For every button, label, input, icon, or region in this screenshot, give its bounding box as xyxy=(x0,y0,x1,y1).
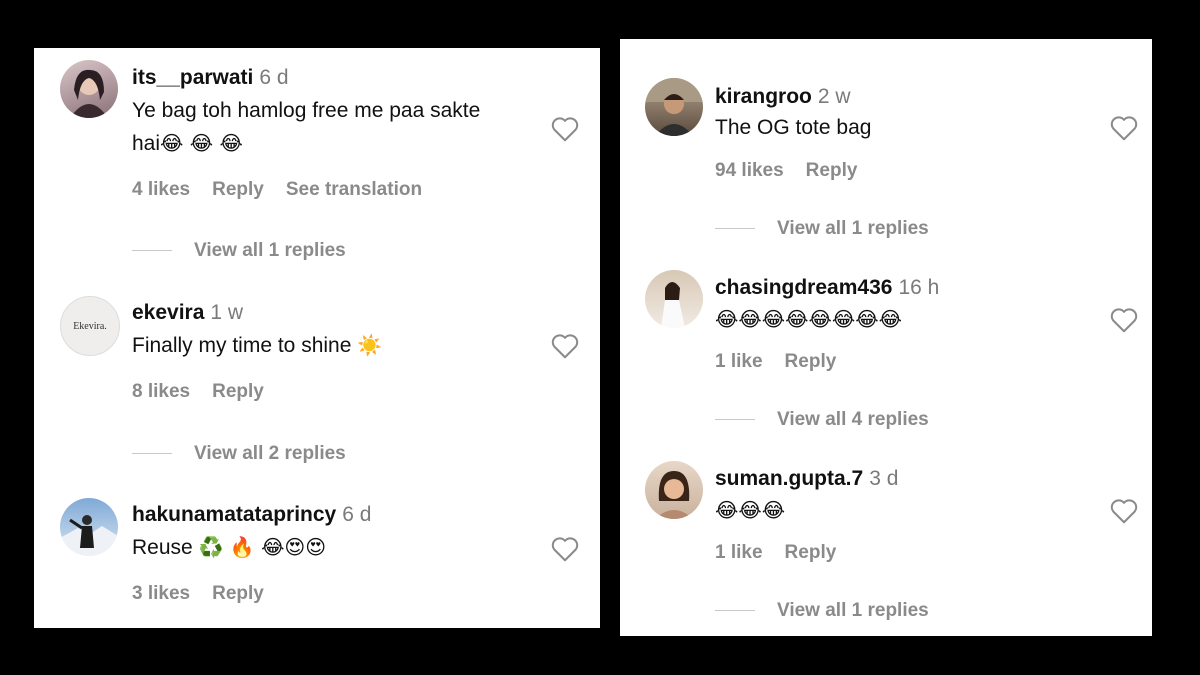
reply-button[interactable]: Reply xyxy=(806,160,858,181)
heart-outline-icon[interactable] xyxy=(1109,114,1139,142)
comment-header: suman.gupta.7 3 d xyxy=(715,466,898,492)
heart-outline-icon[interactable] xyxy=(1109,306,1139,334)
avatar[interactable] xyxy=(60,60,118,118)
username[interactable]: suman.gupta.7 xyxy=(715,467,863,490)
view-replies-label: View all 1 replies xyxy=(194,240,346,261)
reply-button[interactable]: Reply xyxy=(212,381,264,402)
likes-count[interactable]: 8 likes xyxy=(132,381,190,402)
comment-text: 😂😂😂 xyxy=(715,494,785,527)
view-replies-button[interactable]: View all 2 replies xyxy=(132,443,346,465)
timestamp[interactable]: 3 d xyxy=(869,467,898,490)
comment-text: Reuse ♻️ 🔥 😂😍😍 xyxy=(132,531,326,564)
view-replies-button[interactable]: View all 1 replies xyxy=(715,218,929,240)
reply-button[interactable]: Reply xyxy=(785,351,837,372)
comment-item: chasingdream436 16 h 😂😂😂😂😂😂😂😂 1 like Reply xyxy=(620,261,1152,411)
divider xyxy=(132,453,172,455)
avatar[interactable] xyxy=(645,270,703,328)
avatar-logo-text: Ekevira. xyxy=(73,320,107,332)
comment-item: kirangroo 2 w The OG tote bag 94 likes Rep… xyxy=(620,39,1152,189)
emoji-group: ♻️ 🔥 😂😍😍 xyxy=(198,535,327,559)
comment-item: its__parwati 6 d Ye bag toh hamlog free m… xyxy=(34,48,600,201)
heart-outline-icon[interactable] xyxy=(1109,497,1139,525)
comment-text: Ye bag toh hamlog free me paa sakte hai😂… xyxy=(132,94,512,160)
emoji-group: 😂😂😂 xyxy=(715,498,786,522)
comment-header: hakunamatataprincy 6 d xyxy=(132,502,371,528)
comment-actions: 1 like Reply xyxy=(715,542,858,564)
comments-panel-left: its__parwati 6 d Ye bag toh hamlog free m… xyxy=(34,48,600,628)
timestamp[interactable]: 6 d xyxy=(342,503,371,526)
timestamp[interactable]: 2 w xyxy=(818,85,851,108)
heart-outline-icon[interactable] xyxy=(550,332,580,360)
comment-actions: 3 likes Reply xyxy=(132,583,286,605)
comment-item: hakunamatataprincy 6 d Reuse ♻️ 🔥 😂😍😍 3 l… xyxy=(34,490,600,640)
avatar[interactable]: Ekevira. xyxy=(60,296,120,356)
comment-text: Finally my time to shine ☀️ xyxy=(132,329,382,362)
timestamp[interactable]: 1 w xyxy=(210,301,243,324)
username[interactable]: its__parwati xyxy=(132,66,253,89)
comment-actions: 94 likes Reply xyxy=(715,160,879,182)
view-replies-label: View all 2 replies xyxy=(194,443,346,464)
likes-count[interactable]: 4 likes xyxy=(132,179,190,200)
comment-text: 😂😂😂😂😂😂😂😂 xyxy=(715,303,902,336)
view-replies-button[interactable]: View all 4 replies xyxy=(715,409,929,431)
avatar[interactable] xyxy=(60,498,118,556)
emoji-group: ☀️ xyxy=(357,333,383,357)
heart-outline-icon[interactable] xyxy=(550,115,580,143)
username[interactable]: kirangroo xyxy=(715,85,812,108)
view-replies-button[interactable]: View all 1 replies xyxy=(715,600,929,622)
comment-body: The OG tote bag xyxy=(715,116,872,139)
comment-body: Reuse xyxy=(132,536,193,559)
comment-header: kirangroo 2 w xyxy=(715,84,851,110)
view-replies-label: View all 1 replies xyxy=(777,218,929,239)
comment-body: Finally my time to shine xyxy=(132,334,352,357)
likes-count[interactable]: 1 like xyxy=(715,351,763,372)
comment-item: suman.gupta.7 3 d 😂😂😂 1 like Reply xyxy=(620,452,1152,602)
comment-actions: 1 like Reply xyxy=(715,351,858,373)
comment-actions: 4 likes Reply See translation xyxy=(132,179,444,201)
see-translation-button[interactable]: See translation xyxy=(286,179,422,200)
heart-outline-icon[interactable] xyxy=(550,535,580,563)
comment-header: its__parwati 6 d xyxy=(132,65,289,91)
view-replies-label: View all 4 replies xyxy=(777,409,929,430)
comment-actions: 8 likes Reply xyxy=(132,381,286,403)
username[interactable]: chasingdream436 xyxy=(715,276,892,299)
comment-header: chasingdream436 16 h xyxy=(715,275,939,301)
likes-count[interactable]: 3 likes xyxy=(132,583,190,604)
timestamp[interactable]: 16 h xyxy=(898,276,939,299)
comments-panel-right: kirangroo 2 w The OG tote bag 94 likes Rep… xyxy=(620,39,1152,636)
divider xyxy=(715,419,755,421)
likes-count[interactable]: 1 like xyxy=(715,542,763,563)
comment-text: The OG tote bag xyxy=(715,111,871,144)
divider xyxy=(132,250,172,252)
view-replies-button[interactable]: View all 1 replies xyxy=(132,240,346,262)
reply-button[interactable]: Reply xyxy=(785,542,837,563)
comment-header: ekevira 1 w xyxy=(132,300,243,326)
emoji-group: 😂😂😂😂😂😂😂😂 xyxy=(715,307,902,331)
divider xyxy=(715,228,755,230)
username[interactable]: hakunamatataprincy xyxy=(132,503,336,526)
reply-button[interactable]: Reply xyxy=(212,583,264,604)
divider xyxy=(715,610,755,612)
likes-count[interactable]: 94 likes xyxy=(715,160,784,181)
username[interactable]: ekevira xyxy=(132,301,204,324)
emoji-group: 😂 😂 😂 xyxy=(160,131,243,155)
avatar[interactable] xyxy=(645,461,703,519)
timestamp[interactable]: 6 d xyxy=(259,66,288,89)
comment-item: Ekevira. ekevira 1 w Finally my time to s… xyxy=(34,288,600,438)
view-replies-label: View all 1 replies xyxy=(777,600,929,621)
reply-button[interactable]: Reply xyxy=(212,179,264,200)
avatar[interactable] xyxy=(645,78,703,136)
